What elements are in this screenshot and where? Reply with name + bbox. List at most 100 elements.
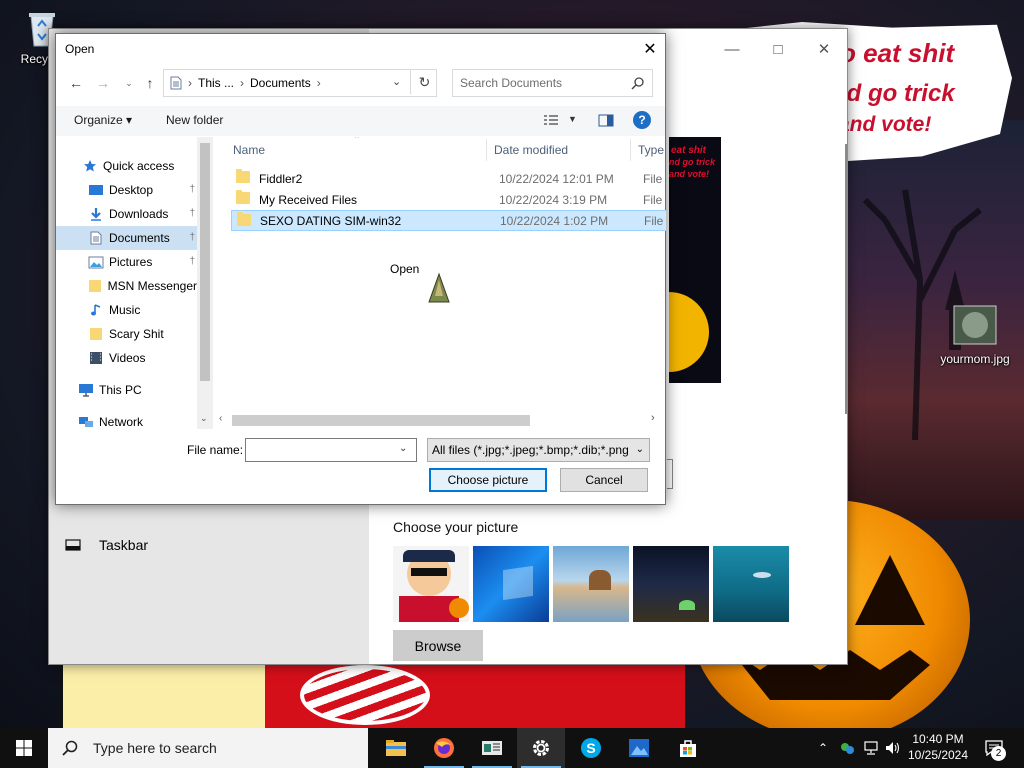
breadcrumb-this-pc[interactable]: This ... — [198, 76, 234, 90]
desktop-icon — [88, 182, 104, 198]
cancel-button[interactable]: Cancel — [560, 468, 648, 492]
taskbar-icon — [65, 539, 81, 551]
start-button[interactable] — [0, 728, 48, 768]
organize-menu-button[interactable]: Organize ▾ — [74, 113, 132, 127]
nav-tree-item[interactable]: Scary Shit — [56, 322, 197, 346]
maximize-button[interactable]: □ — [755, 29, 801, 69]
picture-thumbnail[interactable] — [553, 546, 629, 622]
image-thumbnail-icon — [953, 305, 997, 345]
recent-locations-chevron-icon[interactable]: ⌄ — [118, 72, 140, 94]
pin-icon: † — [189, 232, 195, 243]
column-separator[interactable] — [630, 139, 631, 161]
forward-arrow-icon[interactable]: → — [92, 72, 114, 94]
browse-button[interactable]: Browse — [393, 630, 483, 661]
close-button[interactable]: ✕ — [801, 29, 847, 69]
scrollbar-thumb[interactable] — [200, 143, 210, 381]
nav-tree-item[interactable]: Network — [56, 410, 197, 429]
refresh-icon[interactable]: ↻ — [410, 70, 438, 94]
nav-tree-item[interactable]: Desktop † — [56, 178, 197, 202]
minimize-button[interactable]: — — [709, 29, 755, 69]
drag-tooltip-label: Open — [390, 262, 420, 276]
file-name-label: File name: — [187, 443, 244, 457]
taskbar-search-box[interactable]: Type here to search — [48, 728, 368, 768]
search-icon — [631, 77, 644, 90]
file-date: 10/22/2024 3:19 PM — [499, 192, 608, 207]
photos-icon — [629, 739, 649, 757]
nav-tree-item[interactable]: Downloads † — [56, 202, 197, 226]
store-taskbar-button[interactable] — [664, 728, 712, 768]
file-name-dropdown-chevron-icon[interactable]: ⌄ — [399, 443, 407, 454]
file-row[interactable]: My Received Files 10/22/2024 3:19 PM Fil… — [231, 189, 666, 210]
settings-scrollbar[interactable] — [845, 144, 847, 414]
picture-thumbnail[interactable] — [393, 546, 469, 622]
nav-tree-item[interactable]: Pictures † — [56, 250, 197, 274]
up-arrow-icon[interactable]: ↑ — [139, 72, 161, 94]
settings-nav-item-taskbar[interactable]: Taskbar — [65, 537, 148, 553]
search-documents-input[interactable]: Search Documents — [452, 69, 653, 97]
skype-icon: S — [581, 738, 601, 758]
choose-picture-heading: Choose your picture — [393, 519, 519, 535]
taskbar-clock[interactable]: 10:40 PM 10/25/2024 — [904, 731, 972, 763]
computer-icon — [78, 382, 94, 398]
filter-dropdown-chevron-icon: ⌄ — [635, 444, 644, 455]
address-dropdown-chevron-icon[interactable]: ⌄ — [392, 75, 401, 88]
firefox-taskbar-button[interactable] — [420, 728, 468, 768]
view-options-icon[interactable] — [543, 114, 559, 126]
file-list-horizontal-scrollbar[interactable]: ‹ › — [213, 412, 666, 429]
nav-tree-item[interactable]: MSN Messenger — [56, 274, 197, 298]
nav-tree-label: Music — [109, 303, 141, 317]
clock-date: 10/25/2024 — [907, 748, 969, 762]
scroll-left-chevron-icon[interactable]: ‹ — [219, 413, 222, 424]
view-dropdown-chevron-icon[interactable]: ▼ — [568, 114, 577, 124]
file-row[interactable]: Fiddler2 10/22/2024 12:01 PM File fo — [231, 168, 666, 189]
navigation-tree-scrollbar[interactable]: ⌄ — [197, 137, 213, 429]
network-tray-icon[interactable] — [860, 728, 882, 768]
breadcrumb-documents[interactable]: Documents — [250, 76, 311, 90]
volume-tray-icon[interactable] — [882, 728, 904, 768]
back-arrow-icon[interactable]: ← — [65, 72, 87, 94]
pin-icon: † — [189, 208, 195, 219]
preview-text: nd go trick — [669, 157, 716, 167]
nav-tree-item[interactable]: Music — [56, 298, 197, 322]
photos-taskbar-button[interactable] — [615, 728, 663, 768]
nav-tree-item[interactable]: Quick access — [56, 154, 197, 178]
nav-tree-item[interactable]: This PC — [56, 378, 197, 402]
column-header-label: Name — [233, 143, 266, 157]
preview-pane-icon[interactable] — [598, 114, 614, 127]
file-row-selected[interactable]: SEXO DATING SIM-win32 10/22/2024 1:02 PM… — [231, 210, 666, 231]
open-file-dialog: Open ✕ ← → ⌄ ↑ › This ... › Documents › … — [55, 33, 666, 505]
skype-taskbar-button[interactable]: S — [567, 728, 615, 768]
folder-icon — [236, 169, 250, 183]
column-header-label: Date modified — [494, 143, 569, 157]
picture-thumbnail[interactable] — [633, 546, 709, 622]
choose-picture-button[interactable]: Choose picture — [429, 468, 547, 492]
column-header-date-modified[interactable]: Date modified — [494, 137, 624, 163]
file-type: File fo — [643, 171, 666, 186]
picture-thumbnail[interactable] — [473, 546, 549, 622]
file-explorer-taskbar-button[interactable] — [372, 728, 420, 768]
show-hidden-icons-chevron-icon[interactable]: ⌃ — [814, 728, 832, 768]
scrollbar-thumb[interactable] — [232, 415, 530, 426]
column-header-type[interactable]: Type — [638, 137, 666, 163]
settings-taskbar-button[interactable] — [517, 728, 565, 768]
clock-time: 10:40 PM — [912, 732, 964, 746]
scroll-right-chevron-icon[interactable]: › — [651, 412, 655, 424]
help-icon[interactable]: ? — [633, 111, 651, 129]
dialog-titlebar[interactable]: Open ✕ — [56, 34, 665, 64]
tray-app-icon[interactable] — [836, 728, 858, 768]
news-app-taskbar-button[interactable] — [468, 728, 516, 768]
nav-tree-item[interactable]: Documents † — [56, 226, 197, 250]
file-name-input[interactable] — [245, 438, 417, 462]
wallpaper-text-line: nd go trick — [832, 80, 955, 107]
settings-dropdown-edge — [667, 459, 673, 489]
file-type-filter-select[interactable]: All files (*.jpg;*.jpeg;*.bmp;*.dib;*.pn… — [427, 438, 650, 462]
nav-tree-item[interactable]: Videos — [56, 346, 197, 370]
scroll-down-chevron-icon[interactable]: ⌄ — [200, 413, 208, 424]
address-bar[interactable]: › This ... › Documents › ⌄ — [163, 69, 437, 97]
dialog-close-button[interactable]: ✕ — [635, 34, 665, 64]
yourmom-image-shortcut[interactable]: yourmom.jpg — [934, 302, 1016, 366]
desktop-icon-label: yourmom.jpg — [940, 352, 1010, 366]
picture-thumbnail[interactable] — [713, 546, 789, 622]
new-folder-button[interactable]: New folder — [166, 113, 223, 127]
column-separator[interactable] — [486, 139, 487, 161]
